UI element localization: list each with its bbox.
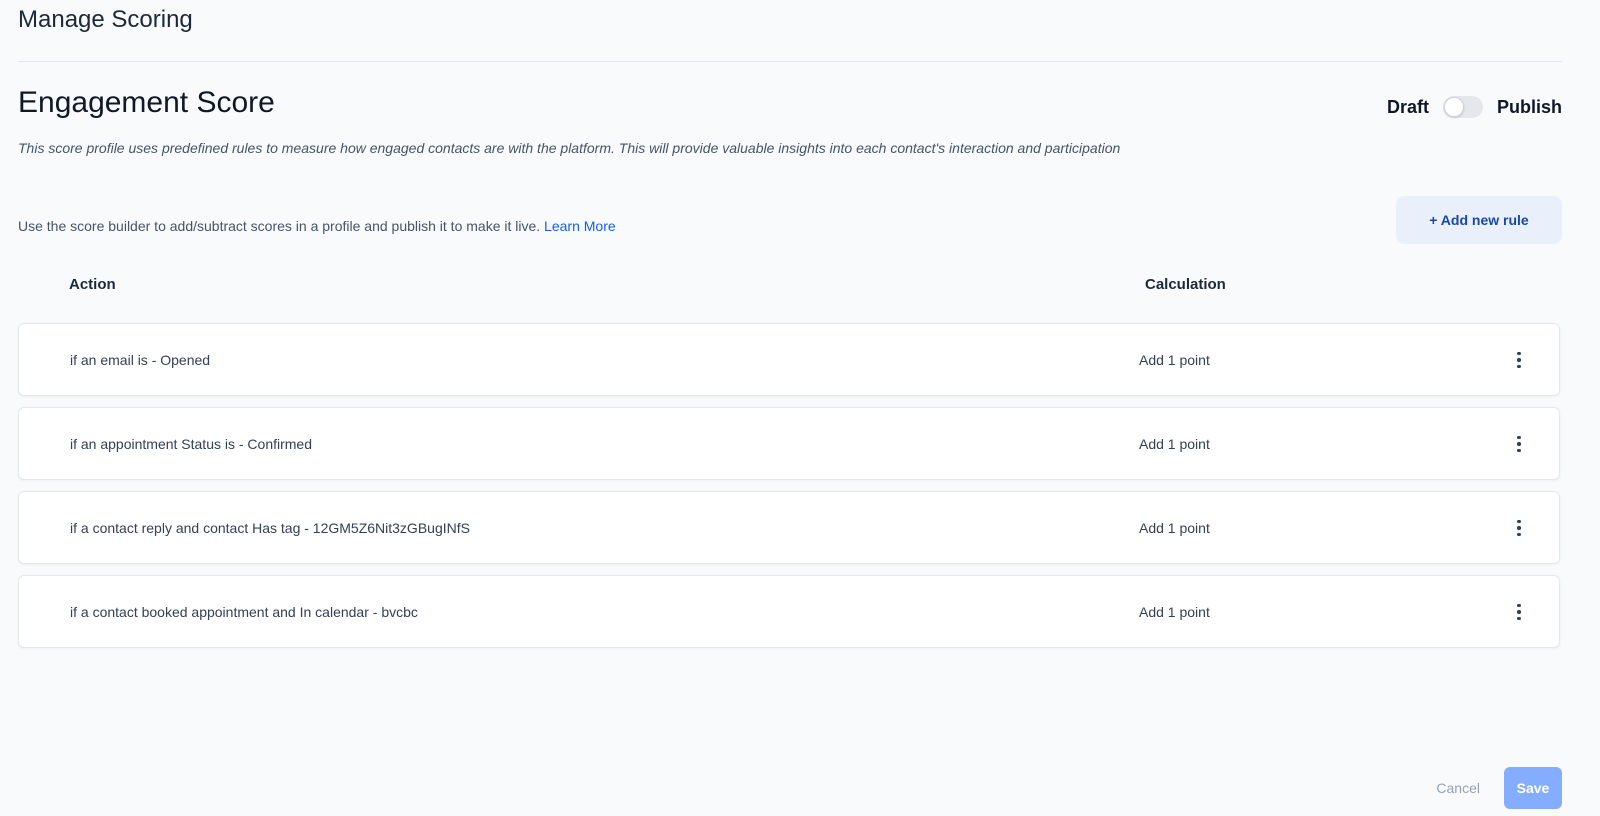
menu-dot	[1517, 603, 1521, 608]
add-new-rule-button[interactable]: + Add new rule	[1396, 196, 1562, 244]
rule-row: if an email is - Opened Add 1 point	[18, 323, 1560, 396]
more-vertical-icon[interactable]	[1505, 514, 1533, 542]
profile-title: Engagement Score	[18, 86, 275, 119]
more-vertical-icon[interactable]	[1505, 598, 1533, 626]
rule-row: if an appointment Status is - Confirmed …	[18, 407, 1560, 480]
rule-action: if an appointment Status is - Confirmed	[70, 436, 313, 452]
publish-label: Publish	[1496, 96, 1562, 117]
menu-dot	[1517, 519, 1521, 524]
rules-table-header: Action Calculation	[18, 276, 1562, 298]
rule-calculation: Add 1 point	[1139, 520, 1210, 536]
status-toggle-group: Draft Publish	[1387, 94, 1562, 120]
menu-dot	[1517, 364, 1521, 369]
menu-dot	[1517, 442, 1521, 446]
learn-more-link[interactable]: Learn More	[544, 218, 616, 234]
menu-dot	[1517, 435, 1521, 440]
builder-hint-text: Use the score builder to add/subtract sc…	[18, 218, 541, 234]
rule-action: if a contact booked appointment and In c…	[70, 604, 418, 620]
menu-dot	[1517, 532, 1521, 537]
more-vertical-icon[interactable]	[1505, 430, 1533, 458]
save-button[interactable]: Save	[1504, 767, 1562, 809]
rule-row: if a contact reply and contact Has tag -…	[18, 491, 1560, 564]
menu-dot	[1517, 448, 1521, 453]
menu-dot	[1517, 358, 1521, 362]
menu-dot	[1517, 610, 1521, 614]
toggle-knob	[1443, 97, 1464, 117]
footer-actions: Cancel Save	[1436, 766, 1562, 810]
rule-action: if an email is - Opened	[70, 352, 211, 368]
page-header: Manage Scoring	[18, 0, 1562, 62]
rules-list: if an email is - Opened Add 1 point if a…	[18, 323, 1560, 659]
manage-scoring-page: Manage Scoring Engagement Score Draft Pu…	[0, 0, 1600, 816]
cancel-button[interactable]: Cancel	[1436, 780, 1480, 796]
draft-label: Draft	[1386, 96, 1429, 117]
menu-dot	[1517, 616, 1521, 621]
rule-action: if a contact reply and contact Has tag -…	[70, 520, 470, 536]
page-title: Manage Scoring	[18, 6, 193, 33]
rule-calculation: Add 1 point	[1139, 352, 1210, 368]
builder-hint: Use the score builder to add/subtract sc…	[18, 218, 616, 234]
menu-dot	[1517, 526, 1521, 530]
rule-row: if a contact booked appointment and In c…	[18, 575, 1560, 648]
menu-dot	[1517, 351, 1521, 356]
action-column-header: Action	[69, 276, 116, 293]
rule-calculation: Add 1 point	[1139, 436, 1210, 452]
publish-toggle[interactable]	[1442, 96, 1483, 118]
rule-calculation: Add 1 point	[1139, 604, 1210, 620]
more-vertical-icon[interactable]	[1505, 346, 1533, 374]
calculation-column-header: Calculation	[1145, 276, 1226, 293]
profile-description: This score profile uses predefined rules…	[18, 140, 1121, 156]
